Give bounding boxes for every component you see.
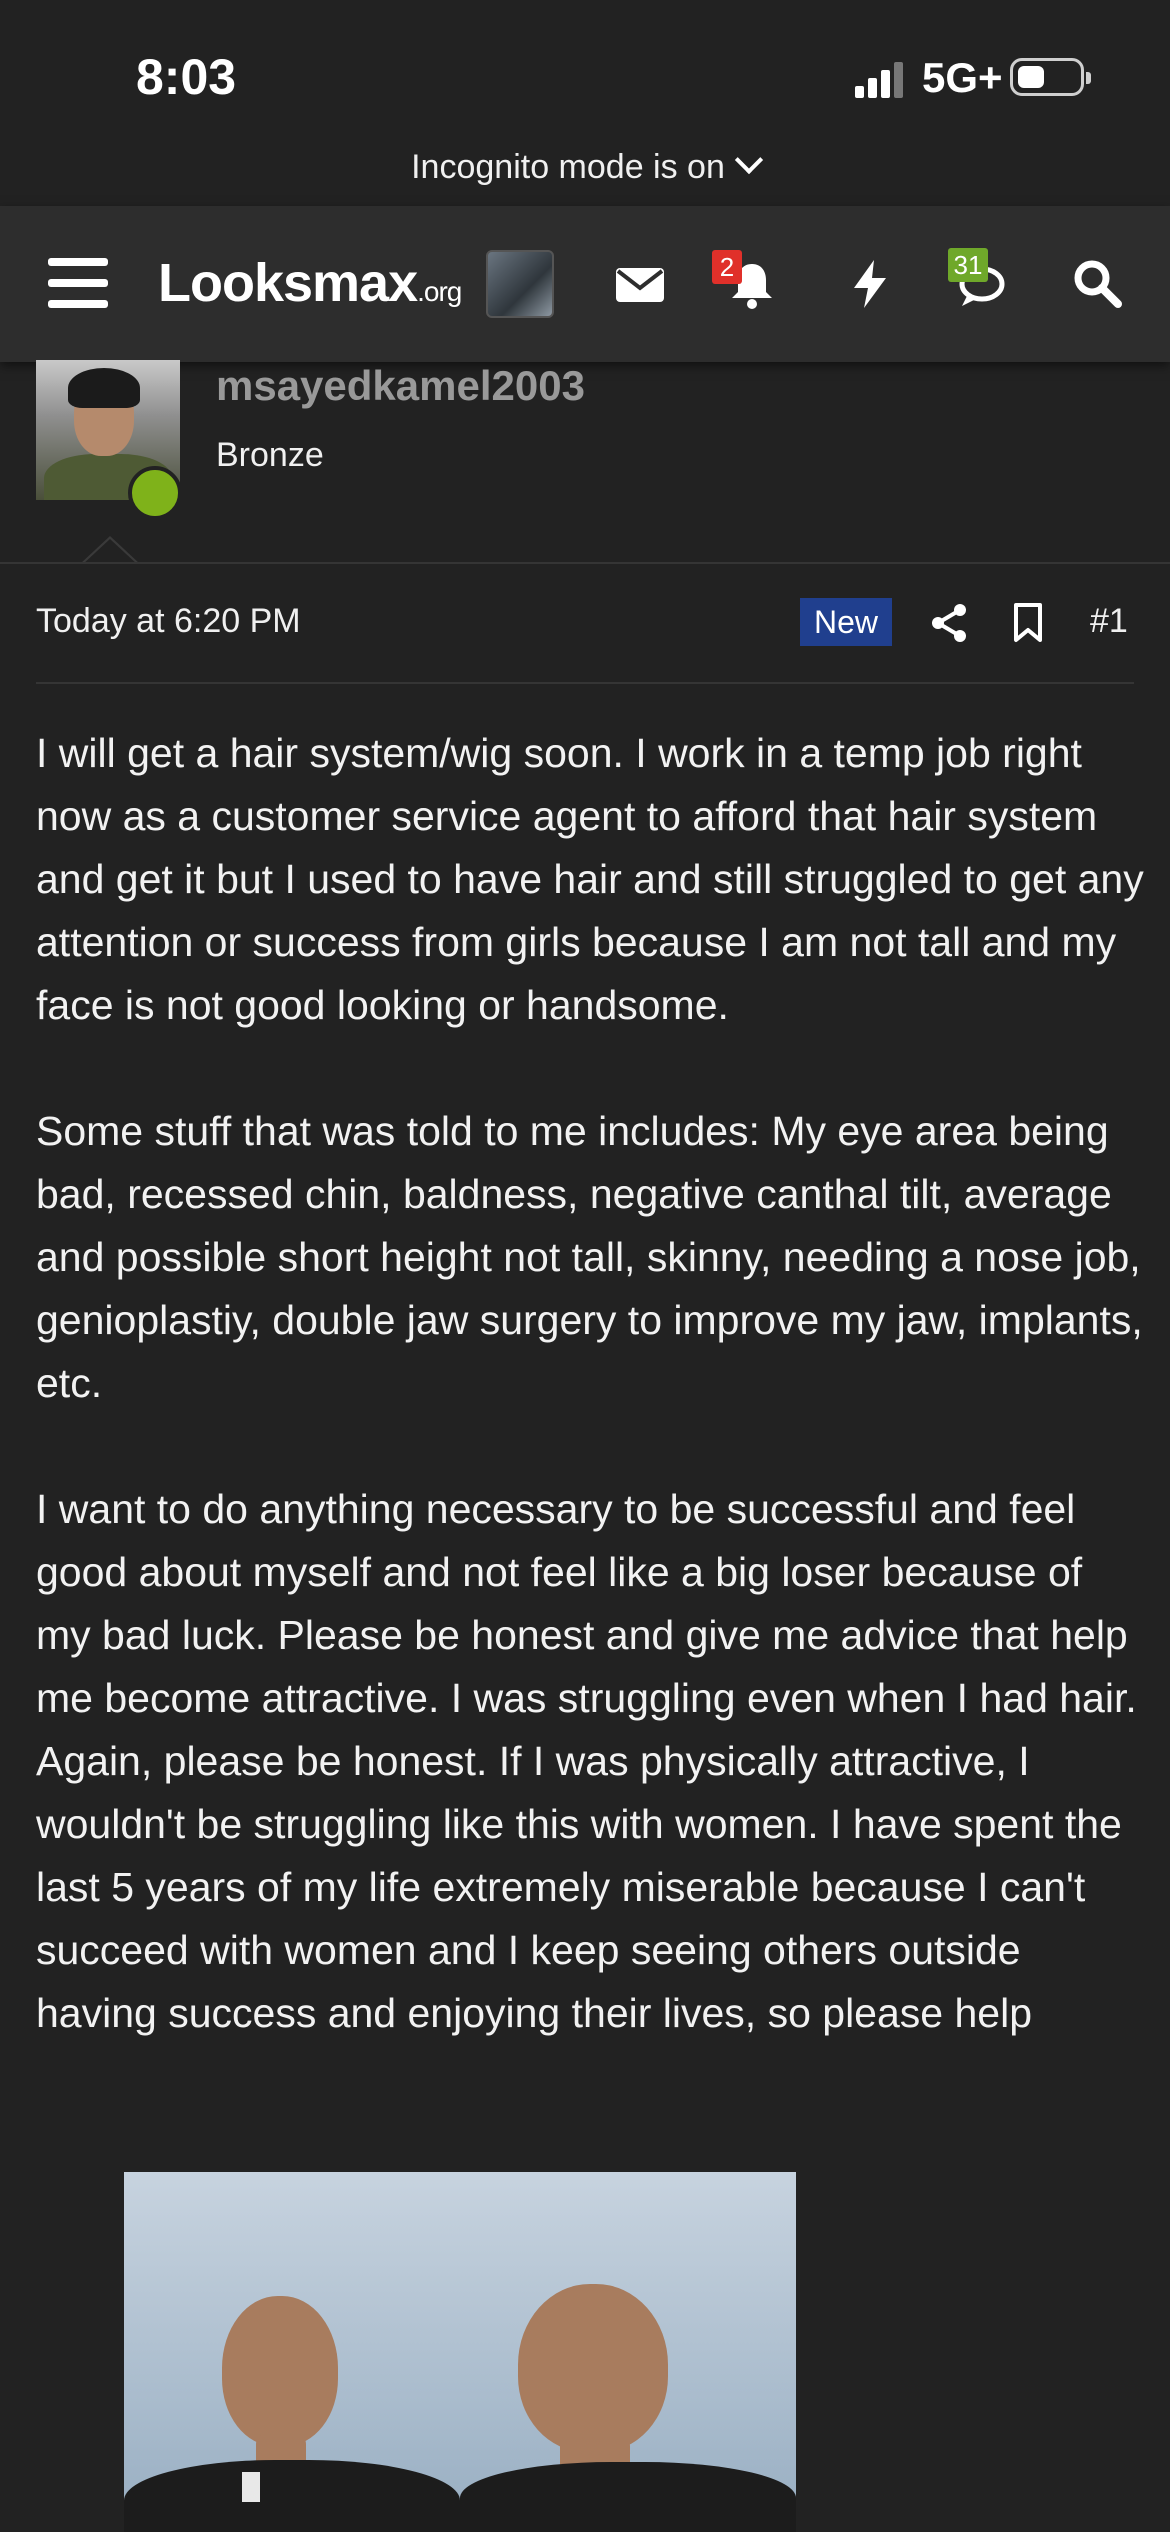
chevron-down-icon [734, 145, 764, 175]
envelope-icon[interactable] [612, 256, 668, 312]
attached-photo-front[interactable] [124, 2172, 460, 2532]
alerts-badge: 2 [712, 250, 742, 284]
status-time: 8:03 [136, 49, 237, 105]
user-avatar[interactable] [486, 250, 554, 318]
incognito-label: Incognito mode is on [411, 148, 725, 186]
logo-main: Looksmax [158, 253, 418, 313]
author-rank: Bronze [216, 436, 324, 474]
online-status-indicator [128, 466, 182, 520]
author-pointer [80, 536, 140, 565]
post-paragraph: I want to do anything necessary to be su… [36, 1486, 1137, 2036]
post-body: I will get a hair system/wig soon. I wor… [36, 722, 1146, 2045]
bookmark-icon[interactable] [1012, 602, 1044, 644]
meta-divider [36, 682, 1134, 684]
author-username[interactable]: msayedkamel2003 [216, 362, 585, 410]
network-type: 5G+ [922, 54, 1003, 101]
author-divider [0, 562, 1170, 564]
battery-icon [1010, 58, 1091, 96]
incognito-banner[interactable]: Incognito mode is on [0, 145, 1170, 187]
share-icon[interactable] [928, 602, 970, 644]
logo-suffix: .org [417, 276, 462, 307]
lightning-icon[interactable] [842, 256, 898, 312]
new-badge: New [800, 598, 892, 646]
menu-icon[interactable] [48, 258, 108, 308]
post-number[interactable]: #1 [1090, 602, 1128, 641]
post-paragraph: Some stuff that was told to me includes:… [36, 1108, 1143, 1406]
site-nav: Looksmax.org 2 31 [0, 206, 1170, 362]
conversations-badge: 31 [948, 248, 988, 282]
post-date[interactable]: Today at 6:20 PM [36, 602, 301, 641]
cellular-signal-icon [855, 62, 905, 98]
attached-photo-side[interactable] [460, 2172, 796, 2532]
post-paragraph: I will get a hair system/wig soon. I wor… [36, 730, 1144, 1028]
site-logo[interactable]: Looksmax.org [158, 252, 462, 314]
status-bar: 8:03 5G+ [0, 0, 1170, 140]
search-icon[interactable] [1070, 256, 1126, 312]
